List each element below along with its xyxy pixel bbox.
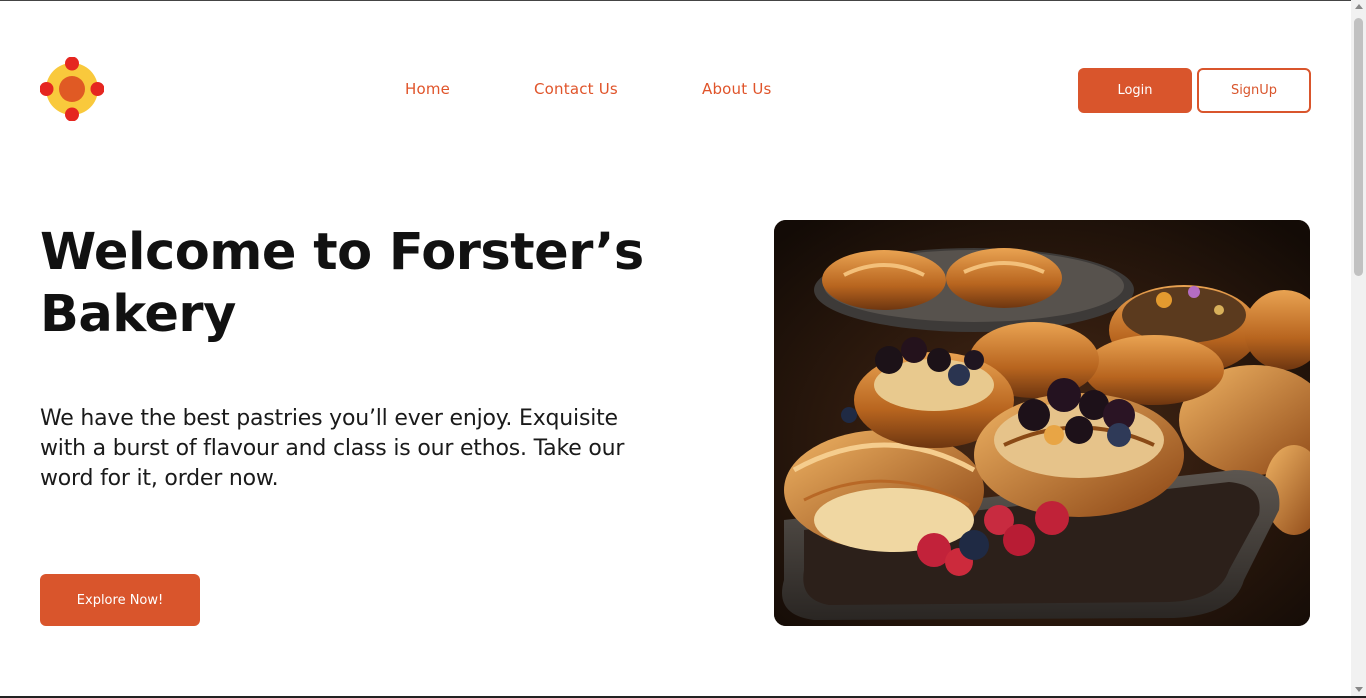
pastries-photo <box>774 220 1310 626</box>
hero-title: Welcome to Forster’s Bakery <box>40 223 644 344</box>
signup-button[interactable]: SignUp <box>1197 68 1311 113</box>
nav-link-about-us[interactable]: About Us <box>702 80 772 98</box>
window-top-border <box>0 0 1366 1</box>
page-scrollbar[interactable] <box>1351 0 1366 698</box>
explore-now-button[interactable]: Explore Now! <box>40 574 200 626</box>
nav-link-contact-us[interactable]: Contact Us <box>534 80 618 98</box>
scroll-up-arrow-icon[interactable] <box>1355 4 1363 9</box>
nav-link-home[interactable]: Home <box>405 80 450 98</box>
scroll-down-arrow-icon[interactable] <box>1355 687 1363 692</box>
logo-graphic <box>40 57 104 121</box>
login-button[interactable]: Login <box>1078 68 1192 113</box>
hero-description: We have the best pastries you’ll ever en… <box>40 406 625 491</box>
bakery-flower-logo-icon[interactable] <box>40 57 104 121</box>
scroll-thumb[interactable] <box>1354 18 1363 276</box>
pastries-photo-illustration <box>774 220 1310 626</box>
